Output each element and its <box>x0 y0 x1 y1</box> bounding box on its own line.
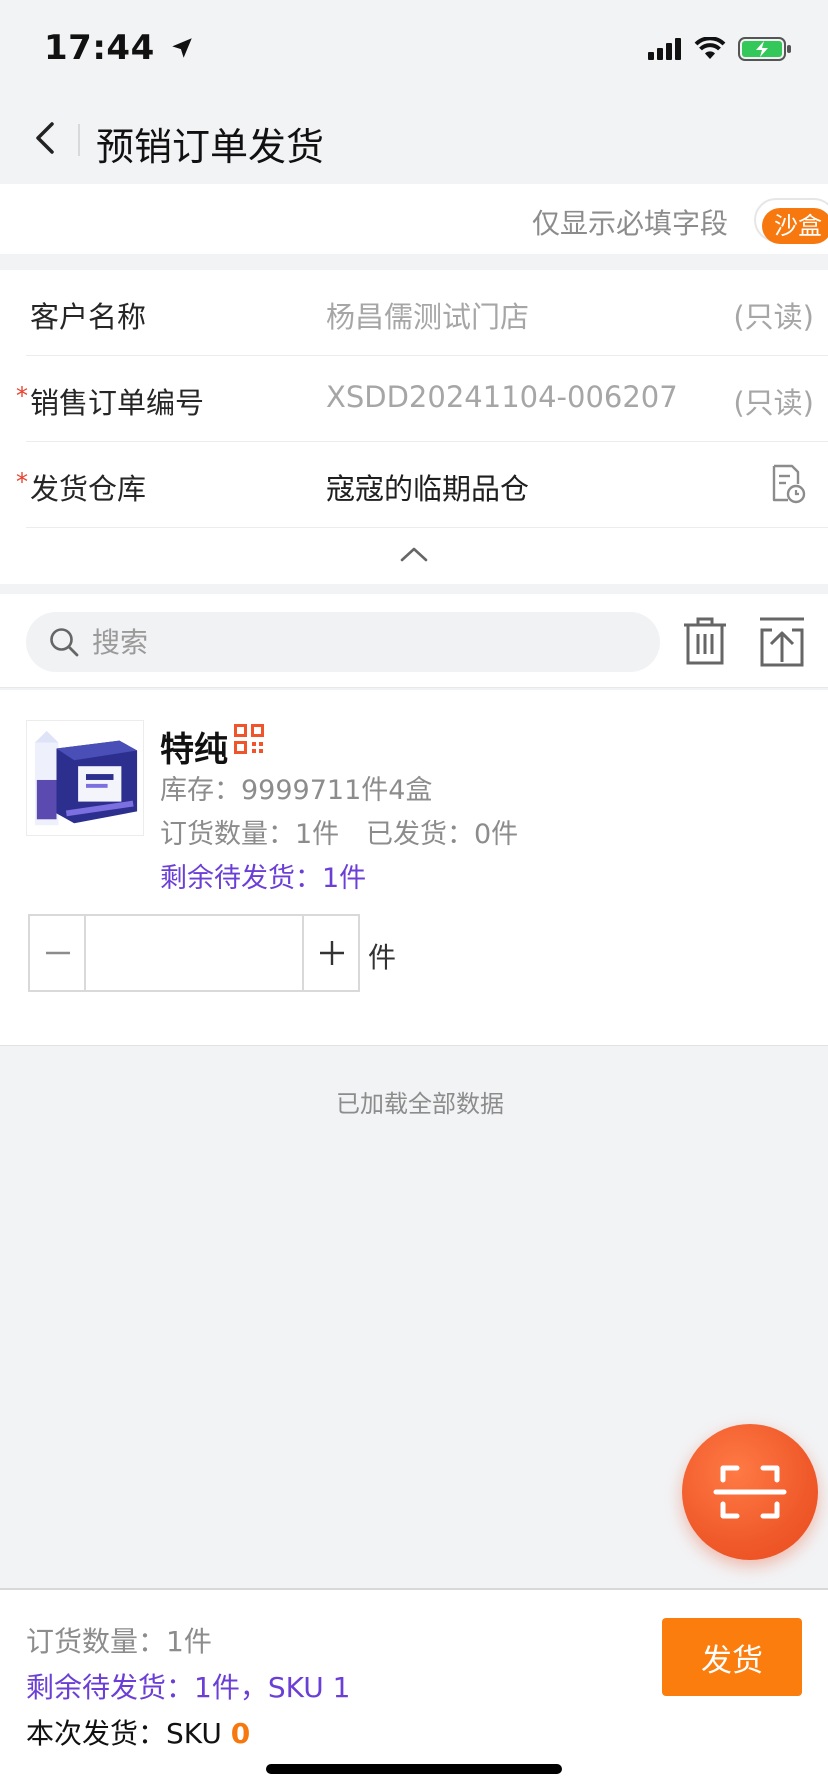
warehouse-value[interactable]: 寇寇的临期品仓 <box>326 466 529 508</box>
required-fields-label: 仅显示必填字段 <box>531 207 728 240</box>
order-no-value: XSDD20241104-006207 <box>326 380 678 414</box>
customer-label: 客户名称 <box>30 300 147 334</box>
order-form: 客户名称 杨昌儒测试门店 (只读) * 销售订单编号 XSDD20241104-… <box>0 270 828 584</box>
search-bar <box>0 594 828 688</box>
readonly-tag: (只读) <box>733 386 814 420</box>
customer-value: 杨昌儒测试门店 <box>326 300 530 334</box>
this-shipment-sku-count: 0 <box>230 1717 251 1750</box>
quantity-input[interactable] <box>86 916 302 990</box>
bottom-summary-bar: 订货数量：1件 剩余待发货：1件，SKU 1 本次发货：SKU 0 发货 <box>0 1588 828 1792</box>
increase-button[interactable] <box>302 916 358 990</box>
search-box[interactable] <box>26 612 660 672</box>
scan-icon <box>713 1465 787 1519</box>
qr-code-icon[interactable] <box>234 724 264 754</box>
chevron-up-icon[interactable] <box>398 542 430 566</box>
summary-remaining: 剩余待发货：1件，SKU 1 <box>26 1671 351 1704</box>
warehouse-label: 发货仓库 <box>30 472 147 506</box>
trash-icon[interactable] <box>682 616 728 666</box>
search-input[interactable] <box>92 612 632 672</box>
home-indicator <box>266 1764 562 1774</box>
warehouse-select-icon[interactable] <box>770 464 806 504</box>
decrease-button[interactable] <box>30 916 86 990</box>
minus-icon <box>46 951 70 955</box>
summary-this-shipment: 本次发货：SKU 0 <box>26 1712 250 1752</box>
required-fields-row: 仅显示必填字段 沙盒 <box>0 184 828 254</box>
ship-button[interactable]: 发货 <box>662 1618 802 1696</box>
status-indicators <box>648 36 792 62</box>
product-remaining: 剩余待发货：1件 <box>160 863 367 894</box>
product-shipped: 已发货：0件 <box>366 819 519 850</box>
nav-divider <box>78 124 80 156</box>
upload-icon[interactable] <box>758 616 806 668</box>
warehouse-row[interactable]: * 发货仓库 寇寇的临期品仓 <box>16 442 828 528</box>
page-title: 预销订单发货 <box>96 125 325 169</box>
order-no-label: 销售订单编号 <box>30 386 205 420</box>
list-end-text: 已加载全部数据 <box>336 1090 504 1118</box>
order-no-row: * 销售订单编号 XSDD20241104-006207 (只读) <box>16 356 828 442</box>
search-icon <box>50 628 79 657</box>
product-card: 特纯 库存：9999711件4盒 订货数量：1件 已发货：0件 剩余待发货：1件… <box>0 690 828 1046</box>
plus-icon <box>320 941 344 965</box>
this-shipment-label: 本次发货：SKU <box>26 1717 231 1750</box>
required-mark: * <box>16 382 28 410</box>
customer-row: 客户名称 杨昌儒测试门店 (只读) <box>26 270 828 356</box>
required-mark: * <box>16 468 28 496</box>
product-image[interactable] <box>26 720 144 836</box>
product-name: 特纯 <box>160 730 228 770</box>
location-arrow-icon <box>172 38 192 58</box>
battery-charging-icon <box>738 37 791 61</box>
scan-button[interactable] <box>682 1424 818 1560</box>
readonly-tag: (只读) <box>733 300 814 334</box>
wifi-icon <box>694 37 726 59</box>
back-chevron-icon[interactable] <box>26 118 66 158</box>
quantity-unit: 件 <box>368 941 397 974</box>
status-time: 17:44 <box>44 28 195 68</box>
summary-order-qty: 订货数量：1件 <box>26 1625 212 1658</box>
sandbox-badge: 沙盒 <box>762 208 828 244</box>
product-stock: 库存：9999711件4盒 <box>160 775 433 806</box>
signal-icon <box>648 38 681 60</box>
quantity-stepper <box>28 914 360 992</box>
product-order-qty: 订货数量：1件 <box>160 819 340 850</box>
